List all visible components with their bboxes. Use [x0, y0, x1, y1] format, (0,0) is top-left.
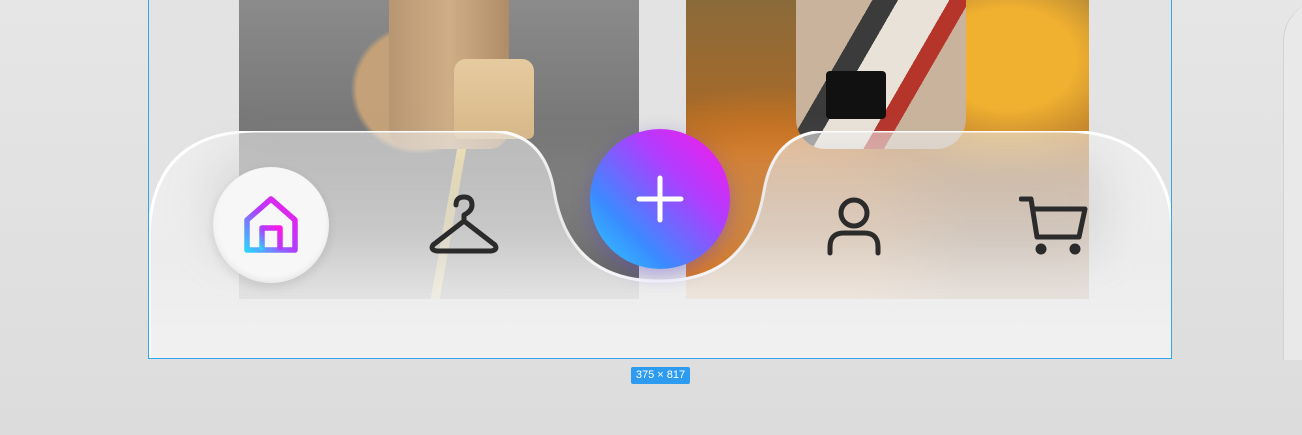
photo-handbag	[454, 59, 534, 139]
hanger-icon	[429, 194, 499, 254]
selected-artboard[interactable]	[148, 0, 1172, 359]
design-canvas: 375 × 817	[0, 0, 1302, 435]
tab-home[interactable]	[213, 167, 329, 283]
add-button[interactable]	[590, 129, 730, 269]
cart-icon	[1019, 196, 1088, 255]
plus-icon	[636, 175, 684, 223]
tab-wardrobe[interactable]	[419, 181, 509, 271]
frame-size-badge: 375 × 817	[631, 367, 690, 384]
adjacent-artboard[interactable]	[1283, 0, 1302, 360]
tab-cart[interactable]	[1009, 181, 1099, 271]
tab-profile[interactable]	[809, 181, 899, 271]
user-icon	[827, 197, 881, 256]
photo-clutch	[826, 71, 886, 119]
bottom-tab-bar	[149, 129, 1171, 358]
home-icon	[244, 196, 298, 253]
